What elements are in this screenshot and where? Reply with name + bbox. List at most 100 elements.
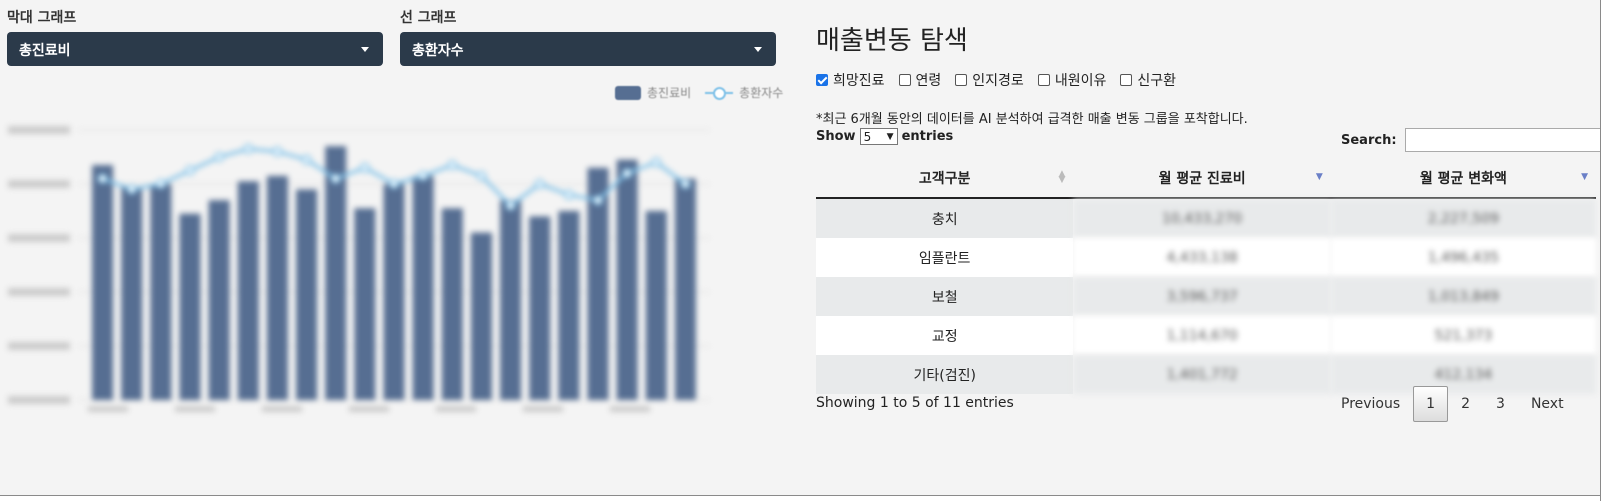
line-point [418,170,429,181]
checkbox-referral-route[interactable]: 인지경로 [955,70,1024,90]
checkbox-box[interactable] [898,74,911,86]
cell-avg-fee: 3,596,737 [1073,277,1331,316]
next-button[interactable]: Next [1518,387,1577,421]
bar [179,213,201,400]
bar [529,216,551,400]
show-label: Show [816,129,856,144]
line-point [593,195,603,206]
ai-note: *최근 6개월 동안의 데이터를 AI 분석하여 급격한 매출 변동 그룹을 포… [816,112,1248,127]
x-tick-label [436,406,476,412]
line-point [534,179,545,189]
checkbox-box[interactable] [816,74,828,86]
checkbox-hope-treatment[interactable]: 희망진료 [816,70,885,90]
bar [645,211,667,400]
page-length-value: 5 [863,129,872,144]
line-point [185,165,195,176]
line-point [301,154,312,165]
combo-chart [8,126,710,412]
sort-desc-icon: ▼ [1581,172,1588,182]
checkbox-label: 신구환 [1137,73,1176,89]
bar-graph-select[interactable]: 총진료비 [7,32,383,66]
line-point [563,189,574,200]
cell-avg-change: 521,373 [1330,316,1596,355]
y-tick-label [8,288,70,296]
page-title: 매출변동 탐색 [816,26,968,56]
line-legend-swatch [705,86,734,100]
checkbox-box[interactable] [1037,74,1050,86]
checkbox-box[interactable] [1120,74,1133,86]
y-tick-label [8,234,70,242]
line-point [476,170,487,181]
caret-down-icon [754,47,762,52]
bar [296,189,318,400]
previous-button[interactable]: Previous [1328,387,1413,421]
line-point [272,146,283,157]
table-search: Search: [1341,128,1601,152]
cell-group: 기타(검진) [816,355,1074,394]
table-row: 보철 3,596,737 1,013,849 [816,277,1596,316]
checkbox-label: 내원이유 [1054,73,1107,89]
bar-legend-label: 총진료비 [647,86,692,100]
sort-desc-icon: ▼ [1315,172,1323,182]
cell-avg-change: 2,227,509 [1330,198,1596,238]
checkbox-age[interactable]: 연령 [898,70,942,90]
line-point [97,173,108,184]
line-point [505,200,516,211]
cell-avg-fee: 4,433,138 [1073,238,1331,277]
page-length-select[interactable]: 5 ▼ [859,128,898,145]
pagination: Previous 1 2 3 Next [1328,386,1577,422]
page-button-3[interactable]: 3 [1483,387,1518,421]
line-point [389,179,399,189]
line-point [330,173,341,184]
caret-down-icon [361,47,369,52]
table-row: 교정 1,114,670 521,373 [816,316,1596,355]
bar [208,200,230,400]
column-header-label: 월 평균 진료비 [1158,171,1246,187]
bar-graph-select-value: 총진료비 [19,43,71,59]
checkbox-label: 인지경로 [972,73,1024,89]
column-header-label: 고객구분 [918,171,971,187]
column-header-group[interactable]: 고객구분 ▲ ▼ [816,159,1074,199]
cell-avg-fee: 10,433,270 [1073,198,1331,238]
cell-group: 충치 [816,198,1074,238]
checkbox-visit-reason[interactable]: 내원이유 [1037,70,1107,90]
line-graph-label: 선 그래프 [400,10,457,26]
table-row: 임플란트 4,433,138 1,496,435 [816,238,1596,277]
line-legend-label: 총환자수 [739,86,784,100]
line-point [447,160,458,171]
revenue-table: 고객구분 ▲ ▼ 월 평균 진료비 ▼ 월 평균 변화액 ▼ 충치 10,433,270 2… [816,159,1596,394]
checkbox-new-returning[interactable]: 신구환 [1120,70,1176,90]
column-header-label: 월 평균 변화액 [1419,171,1507,187]
bar [558,211,580,400]
chart-legend: 총진료비 총환자수 [615,84,783,101]
entries-label: entries [901,129,954,144]
bar [412,175,434,400]
bar-legend-swatch [615,85,641,100]
x-tick-label [175,406,215,412]
column-header-avg-fee[interactable]: 월 평균 진료비 ▼ [1073,159,1331,199]
search-label: Search: [1341,132,1397,148]
cell-avg-fee: 1,401,772 [1073,355,1331,394]
column-header-avg-change[interactable]: 월 평균 변화액 ▼ [1330,159,1596,199]
line-point [359,162,370,173]
bar [470,232,492,400]
bar [150,184,172,400]
line-graph-select[interactable]: 총환자수 [400,32,776,66]
line-graph-select-value: 총환자수 [412,43,464,59]
cell-avg-change: 1,496,435 [1330,238,1596,277]
line-point [622,168,633,179]
x-tick-label [262,406,302,412]
bar [266,175,288,400]
page-button-2[interactable]: 2 [1448,387,1483,421]
line-point [680,179,691,189]
bar [92,165,114,400]
line-point [155,179,166,189]
search-input[interactable] [1404,128,1601,152]
page-button-1[interactable]: 1 [1413,386,1449,422]
checkbox-box[interactable] [955,74,968,86]
checkbox-label: 희망진료 [833,73,885,89]
checkbox-label: 연령 [915,73,942,89]
x-tick-label [349,406,389,412]
bar [674,178,696,400]
cell-group: 교정 [816,316,1074,355]
